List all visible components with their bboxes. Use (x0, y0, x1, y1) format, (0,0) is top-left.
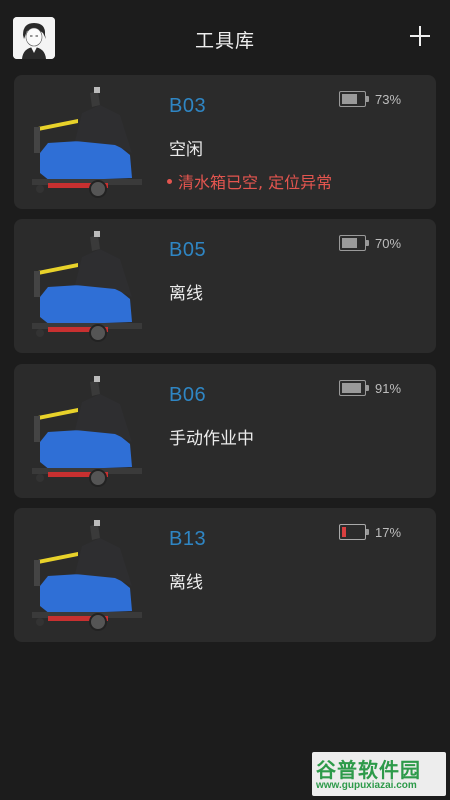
battery-icon (339, 235, 369, 251)
add-device-button[interactable] (410, 26, 430, 46)
device-status: 手动作业中 (169, 429, 254, 449)
scrubber-robot-image (32, 87, 142, 198)
device-code: B13 (169, 528, 207, 550)
device-card-b06[interactable]: B06 手动作业中 91% (14, 364, 436, 498)
device-alert: 清水箱已空, 定位异常 (167, 169, 332, 193)
device-card-b03[interactable]: B03 空闲 清水箱已空, 定位异常 73% (14, 75, 436, 209)
device-status: 离线 (169, 573, 203, 593)
page-title: 工具库 (194, 30, 255, 52)
battery-percent: 73% (375, 92, 402, 107)
watermark-url: www.gupuxiazai.com (316, 780, 417, 791)
app-header: 工具库 (0, 0, 450, 76)
device-code: B03 (169, 95, 207, 117)
scrubber-robot-image (32, 231, 142, 342)
alert-dot-icon (167, 178, 172, 184)
device-card-b13[interactable]: B13 离线 17% (14, 508, 436, 642)
device-status: 空闲 (169, 140, 203, 160)
scrubber-robot-image (32, 376, 142, 487)
battery-icon (339, 380, 369, 396)
battery-percent: 91% (375, 381, 402, 396)
watermark-logo: 谷普软件园 www.gupuxiazai.com (312, 752, 446, 796)
battery-icon (339, 91, 369, 107)
device-card-b05[interactable]: B05 离线 70% (14, 219, 436, 353)
battery-percent: 17% (375, 525, 402, 540)
alert-text: 清水箱已空, 定位异常 (178, 173, 333, 192)
device-code: B06 (169, 384, 207, 406)
battery-low-icon (339, 524, 369, 540)
battery-percent: 70% (375, 236, 402, 251)
device-code: B05 (169, 239, 207, 261)
device-status: 离线 (169, 284, 203, 304)
watermark-text: 谷普软件园 (316, 758, 421, 782)
scrubber-robot-image (32, 520, 142, 631)
